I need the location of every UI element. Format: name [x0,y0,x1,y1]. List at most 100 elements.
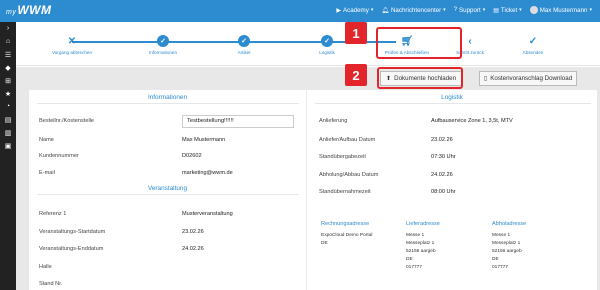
nav-user[interactable]: Max Mustermann ▾ [529,6,592,14]
logo[interactable]: myWWM [6,3,52,17]
nav-ticket-label: Ticket [500,6,518,14]
wizard-step-submit[interactable]: ✓ Absenden [503,35,563,56]
check-circle-icon: ✓ [321,35,333,47]
section-title-logistik: Logistik [441,94,463,101]
pickup-address-title: Abholadresse [492,221,527,227]
nav-academy[interactable]: ▶ Academy ▾ [336,7,373,14]
field-label: Bestellnr./Kostenstelle [39,118,95,124]
field-label: Abholung/Abbau Datum [319,172,379,178]
nav-ticket[interactable]: ▤ Ticket ▾ [493,7,521,14]
divider [37,103,299,104]
question-circle-icon: ? [453,7,458,13]
wizard-step-artikel[interactable]: ✓ Artikel [214,35,274,55]
address-line: ExpoCloud Demo Portal [321,233,373,238]
field-value: 23.02.26 [431,137,453,143]
wizard-step-label: Logistik [319,50,335,55]
field-value: D02602 [182,153,202,159]
field-label: Referenz 1 [39,211,67,217]
top-bar: myWWM ▶ Academy ▾ 🔔︎ Nachrichtencenter ▾… [0,0,600,22]
field-value: Aufbauservice Zone 1, 3,5t, MTV [431,118,513,124]
chevron-left-icon: ‹ [468,35,472,47]
dashboard-icon[interactable]: ◔ [0,100,16,113]
address-line: 52156 aargeb [406,249,436,254]
wizard-step-cancel[interactable]: ✕ Vorgang abbrechen [42,35,102,56]
field-label: Stand Nr. [39,281,63,287]
logo-prefix: my [6,9,17,16]
suitcase-icon[interactable]: ▣ [0,139,16,152]
section-title-veranstaltung: Veranstaltung [147,185,188,192]
nav-nachrichtencenter[interactable]: 🔔︎ Nachrichtencenter ▾ [381,7,445,14]
quote-download-button[interactable]: ▯ Kostenvoranschlag Download [479,71,577,86]
address-line: DE [321,241,328,246]
address-line: DE [492,257,499,262]
annotation-badge-1: 1 [345,22,367,44]
home-icon[interactable]: ⌂ [0,35,16,48]
nav-academy-label: Academy [343,6,369,14]
field-value: 07:30 Uhr [431,154,456,160]
nav-support[interactable]: ? Support ▾ [454,7,486,14]
check-circle-icon: ✓ [238,35,250,47]
sitemap-icon[interactable]: ⊞ [0,74,16,87]
field-label: Standübernahmezeit [319,189,371,195]
star-icon[interactable]: ★ [0,87,16,100]
address-line: 017777 [406,265,423,270]
address-line: Messeplatz 1 [492,241,521,246]
quote-download-label: Kostenvoranschlag Download [490,75,573,82]
delivery-address-title: Lieferadresse [406,221,440,227]
field-value: 08:00 Uhr [431,189,456,195]
divider [315,103,591,104]
sidebar: › ⌂ ☰ ◆ ⊞ ★ ◔ ▤ ▥ ▣ [0,22,16,290]
section-title-informationen: Informationen [147,94,188,101]
close-icon: ✕ [67,35,77,47]
wizard-step-label: Informationen [148,50,178,55]
divider [37,194,299,195]
list-icon[interactable]: ☰ [0,48,16,61]
caret-down-icon: ▾ [589,7,592,13]
wizard-step-label: Artikel [237,50,251,55]
check-icon: ✓ [528,35,538,47]
billing-address-title: Rechnungsadresse [321,221,370,227]
highlight-box-2 [377,67,463,89]
field-label: Anliefer/Aufbau Datum [319,137,376,143]
field-value: Musterveranstaltung [182,211,233,217]
order-number-input[interactable]: Testbestellung!!!!!! [182,115,294,128]
chevron-right-icon[interactable]: › [0,22,16,35]
order-wizard: ✕ Vorgang abbrechen ✓ Informationen ✓ Ar… [16,22,600,66]
caret-down-icon: ▾ [482,7,486,13]
address-line: 017777 [492,265,509,270]
highlight-box-1 [376,27,462,59]
building-icon[interactable]: ▥ [0,126,16,139]
field-value: marketing@wwm.de [182,170,233,176]
address-line: 52156 aargeb [492,249,522,254]
list-alt-icon[interactable]: ▤ [0,113,16,126]
field-label: Halle [39,264,52,270]
field-label: E-mail [39,170,55,176]
check-circle-icon: ✓ [157,35,169,47]
field-label: Kundennummer [39,153,79,159]
video-camera-icon: ▶ [336,7,342,14]
nav-support-label: Support [459,6,481,14]
field-label: Veranstaltungs-Enddatum [39,246,104,252]
nav-nachrichtencenter-label: Nachrichtencenter [390,6,442,14]
ticket-icon: ▤ [493,7,499,14]
nav-user-label: Max Mustermann [539,6,588,14]
address-line: DE [406,257,413,262]
field-label: Standübergabezeit [319,154,366,160]
order-summary-panel: Informationen Bestellnr./Kostenstelle Te… [29,90,597,290]
field-value: 24.02.26 [431,172,453,178]
address-line: Messe 1 [406,233,425,238]
wizard-step-label: Absenden [522,50,544,55]
avatar [529,6,538,14]
main-content: ✕ Vorgang abbrechen ✓ Informationen ✓ Ar… [16,22,600,290]
tags-icon[interactable]: ◆ [0,61,16,74]
wizard-step-informationen[interactable]: ✓ Informationen [133,35,193,55]
field-label: Veranstaltungs-Startdatum [39,229,106,235]
caret-down-icon: ▾ [370,7,374,13]
column-divider [306,90,307,290]
field-label: Anlieferung [319,118,348,124]
wizard-step-label: Vorgang abbrechen [51,50,93,55]
field-value: Max Mustermann [182,137,226,143]
field-value: 23.02.26 [182,229,204,235]
address-line: Messe 1 [492,233,511,238]
field-value: 24.02.26 [182,246,204,252]
